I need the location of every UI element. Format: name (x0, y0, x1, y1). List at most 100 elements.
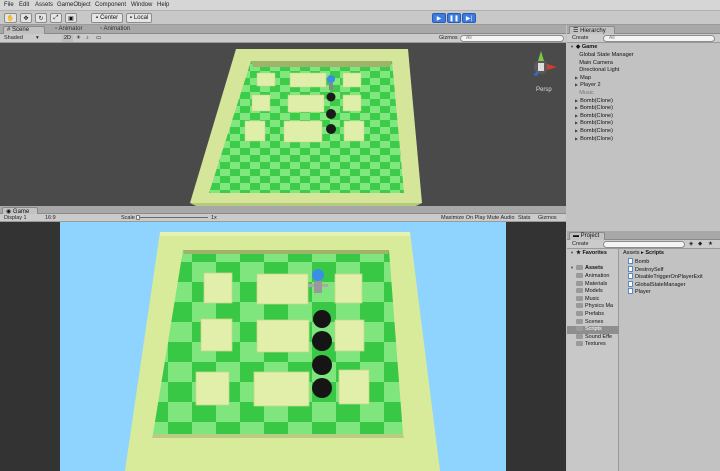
hierarchy-item[interactable]: ▶ Bomb(Clone) (575, 136, 613, 144)
lighting-toggle[interactable]: ☀ (76, 35, 81, 42)
scene-view[interactable]: Persp (0, 43, 566, 206)
menu-help[interactable]: Help (157, 2, 169, 8)
pivot-icon: ▪ (95, 15, 99, 21)
folder-item[interactable]: Scenes (567, 318, 619, 327)
hierarchy-item-label: Bomb(Clone) (580, 128, 614, 134)
game-view[interactable] (0, 222, 566, 471)
hierarchy-item[interactable]: ▶ Map (575, 75, 591, 83)
folder-item[interactable]: Prefabs (567, 311, 619, 319)
expand-arrow-icon[interactable]: ▶ (575, 98, 578, 103)
hierarchy-item[interactable]: ▶ Bomb(Clone) (575, 98, 613, 106)
menu-gameobject[interactable]: GameObject (57, 2, 91, 8)
shading-mode-dropdown[interactable]: Shaded (4, 35, 23, 42)
expand-arrow-icon[interactable]: ▶ (575, 136, 578, 141)
maximize-on-play-toggle[interactable]: Maximize On Play (441, 215, 485, 222)
move-tool-button[interactable]: ✥ (20, 13, 32, 23)
script-asset[interactable]: Bomb (628, 258, 649, 266)
script-asset[interactable]: Player (628, 288, 651, 296)
gizmos-dropdown[interactable]: Gizmos (439, 35, 458, 42)
hierarchy-item[interactable]: Directional Light (575, 67, 619, 75)
assets-root[interactable]: ▼ Assets (570, 265, 603, 273)
scale-slider-handle[interactable] (136, 215, 140, 220)
hierarchy-item[interactable]: Global State Manager (575, 52, 633, 60)
pivot-center-button[interactable]: ▪ Center (91, 13, 123, 23)
hierarchy-item[interactable]: ▶ Bomb(Clone) (575, 120, 613, 128)
expand-arrow-icon[interactable]: ▶ (575, 113, 578, 118)
script-asset[interactable]: DisableTriggerOnPlayerExit (628, 273, 703, 281)
star-icon[interactable]: ★ (708, 241, 713, 248)
folder-label: Physics Ma (585, 303, 614, 310)
step-button[interactable]: ▶| (462, 13, 476, 23)
pause-button[interactable]: ❚❚ (447, 13, 461, 23)
hierarchy-item[interactable]: ▶ Bomb(Clone) (575, 113, 613, 121)
play-button[interactable]: ▶ (432, 13, 446, 23)
folder-item[interactable]: Physics Ma (567, 303, 619, 311)
expand-arrow-icon[interactable]: ▶ (575, 128, 578, 133)
stats-toggle[interactable]: Stats (518, 215, 531, 222)
script-asset[interactable]: DestroySelf (628, 265, 663, 274)
tab-hierarchy[interactable]: ☰ Hierarchy (569, 26, 615, 34)
audio-toggle[interactable]: ♪ (86, 35, 89, 42)
menu-window[interactable]: Window (131, 2, 152, 8)
rotate-tool-button[interactable]: ↻ (35, 13, 47, 23)
folder-label: Materials (585, 280, 608, 287)
folder-icon (576, 326, 583, 332)
hierarchy-search-input[interactable]: All (603, 35, 715, 42)
scene-toolbar: Shaded ▾ 2D ☀ ♪ ▭ Gizmos All (0, 34, 566, 43)
folder-item[interactable]: Sound Effe (567, 333, 619, 342)
folder-item[interactable]: Scripts (567, 326, 619, 334)
gizmos-dropdown[interactable]: Gizmos (538, 215, 557, 222)
expand-arrow-icon[interactable]: ▶ (575, 120, 578, 125)
project-search-input[interactable] (603, 241, 685, 248)
scene-search-input[interactable]: All (460, 35, 564, 42)
aspect-dropdown[interactable]: 16:9 (45, 215, 56, 222)
mode-2d-toggle[interactable]: 2D (62, 35, 74, 42)
display-dropdown[interactable]: Display 1 (4, 215, 27, 222)
pivot-local-button[interactable]: ▪ Local (126, 13, 152, 23)
hand-tool-button[interactable]: ✋ (4, 13, 17, 23)
filter-label-icon[interactable]: ◆ (698, 241, 702, 248)
folder-item[interactable]: Music (567, 295, 619, 304)
effects-toggle[interactable]: ▭ (96, 35, 101, 42)
hierarchy-item[interactable]: ▶ Bomb(Clone) (575, 128, 613, 136)
hierarchy-item[interactable]: ▶ Player 2 (575, 82, 601, 90)
folder-label: Animation (585, 273, 610, 279)
tab-project[interactable]: ▬ Project (569, 232, 605, 240)
hierarchy-item[interactable]: Music (575, 90, 594, 98)
favorites-root[interactable]: ▼ ★ Favorites (570, 250, 607, 258)
filter-type-icon[interactable]: ◈ (689, 241, 693, 248)
folder-item[interactable]: Materials (567, 280, 619, 289)
tab-animator[interactable]: ▫ Animator (52, 26, 86, 34)
menu-component[interactable]: Component (95, 2, 126, 8)
project-create-button[interactable]: Create (572, 241, 589, 248)
expand-arrow-icon[interactable]: ▶ (575, 75, 578, 80)
folder-item[interactable]: Textures (567, 341, 619, 349)
scale-tool-button[interactable]: ⤢ (50, 13, 62, 23)
csharp-script-icon (628, 258, 633, 264)
scene-root[interactable]: ▼ ◆ Game (570, 44, 597, 52)
menu-edit[interactable]: Edit (19, 2, 29, 8)
hierarchy-item[interactable]: ▶ Bomb(Clone) (575, 105, 613, 113)
hierarchy-item[interactable]: Main Camera (575, 60, 613, 68)
move-icon: ✥ (23, 15, 29, 22)
script-asset[interactable]: GlobalStateManager (628, 280, 685, 289)
tab-scene[interactable]: # Scene (3, 26, 45, 34)
mute-audio-toggle[interactable]: Mute Audio (487, 215, 515, 222)
game-board-render (60, 222, 506, 471)
menu-assets[interactable]: Assets (35, 2, 53, 8)
animation-icon: ▫ (100, 26, 103, 32)
rect-tool-button[interactable]: ▣ (65, 13, 77, 23)
scene-icon: # (7, 27, 11, 33)
folder-item[interactable]: Models (567, 288, 619, 296)
orientation-gizmo[interactable] (533, 51, 557, 76)
expand-arrow-icon[interactable]: ▶ (575, 105, 578, 110)
hierarchy-create-button[interactable]: Create (572, 35, 589, 42)
menu-file[interactable]: File (4, 2, 14, 8)
folder-item[interactable]: Animation (567, 273, 619, 281)
tab-animation[interactable]: ▫ Animation (97, 26, 133, 34)
expand-arrow-icon[interactable]: ▶ (575, 82, 578, 87)
breadcrumb: Assets ▸ Scripts (623, 250, 664, 256)
scale-slider-track[interactable] (136, 215, 208, 220)
